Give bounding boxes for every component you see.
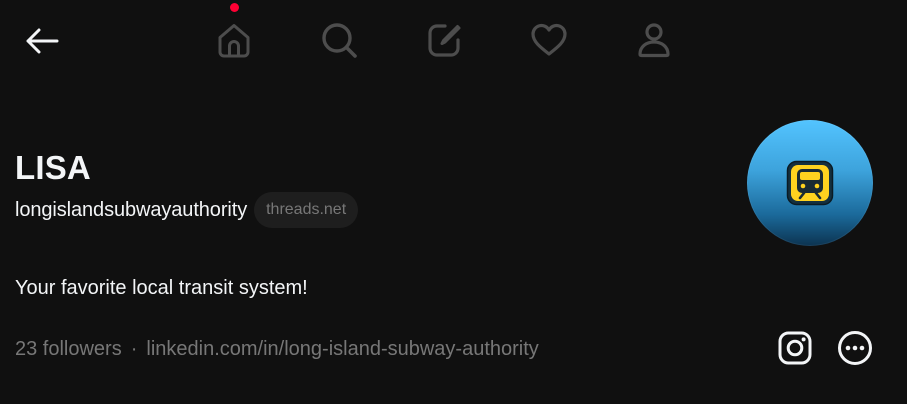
nav-home[interactable] [212, 18, 256, 62]
instagram-icon [778, 331, 812, 365]
more-icon [838, 331, 872, 365]
home-icon [218, 24, 250, 58]
search-icon [322, 23, 357, 58]
nav-activity[interactable] [527, 18, 571, 62]
notification-dot [230, 3, 239, 12]
profile-meta: 23 followers · linkedin.com/in/long-isla… [15, 334, 539, 364]
profile-link[interactable]: linkedin.com/in/long-island-subway-autho… [146, 338, 538, 361]
followers-count[interactable]: 23 followers [15, 338, 122, 361]
nav-profile[interactable] [632, 18, 676, 62]
profile-bio: Your favorite local transit system! [15, 277, 308, 299]
profile-page: LISA longislandsubwayauthority threads.n… [0, 0, 907, 404]
domain-badge[interactable]: threads.net [254, 192, 359, 228]
profile-display-name: LISA [15, 149, 91, 186]
nav-search[interactable] [317, 18, 361, 62]
more-button[interactable] [835, 328, 875, 368]
arrow-left-icon [26, 28, 59, 54]
heart-icon [531, 23, 567, 56]
meta-separator: · [130, 337, 138, 360]
profile-username: longislandsubwayauthority [15, 198, 248, 221]
back-button[interactable] [24, 24, 60, 58]
compose-icon [428, 24, 461, 57]
instagram-button[interactable] [775, 328, 815, 368]
person-icon [638, 23, 670, 58]
train-icon [786, 160, 834, 206]
handle-row: longislandsubwayauthority threads.net [15, 192, 359, 228]
nav-create[interactable] [422, 18, 466, 62]
avatar[interactable] [747, 120, 873, 246]
